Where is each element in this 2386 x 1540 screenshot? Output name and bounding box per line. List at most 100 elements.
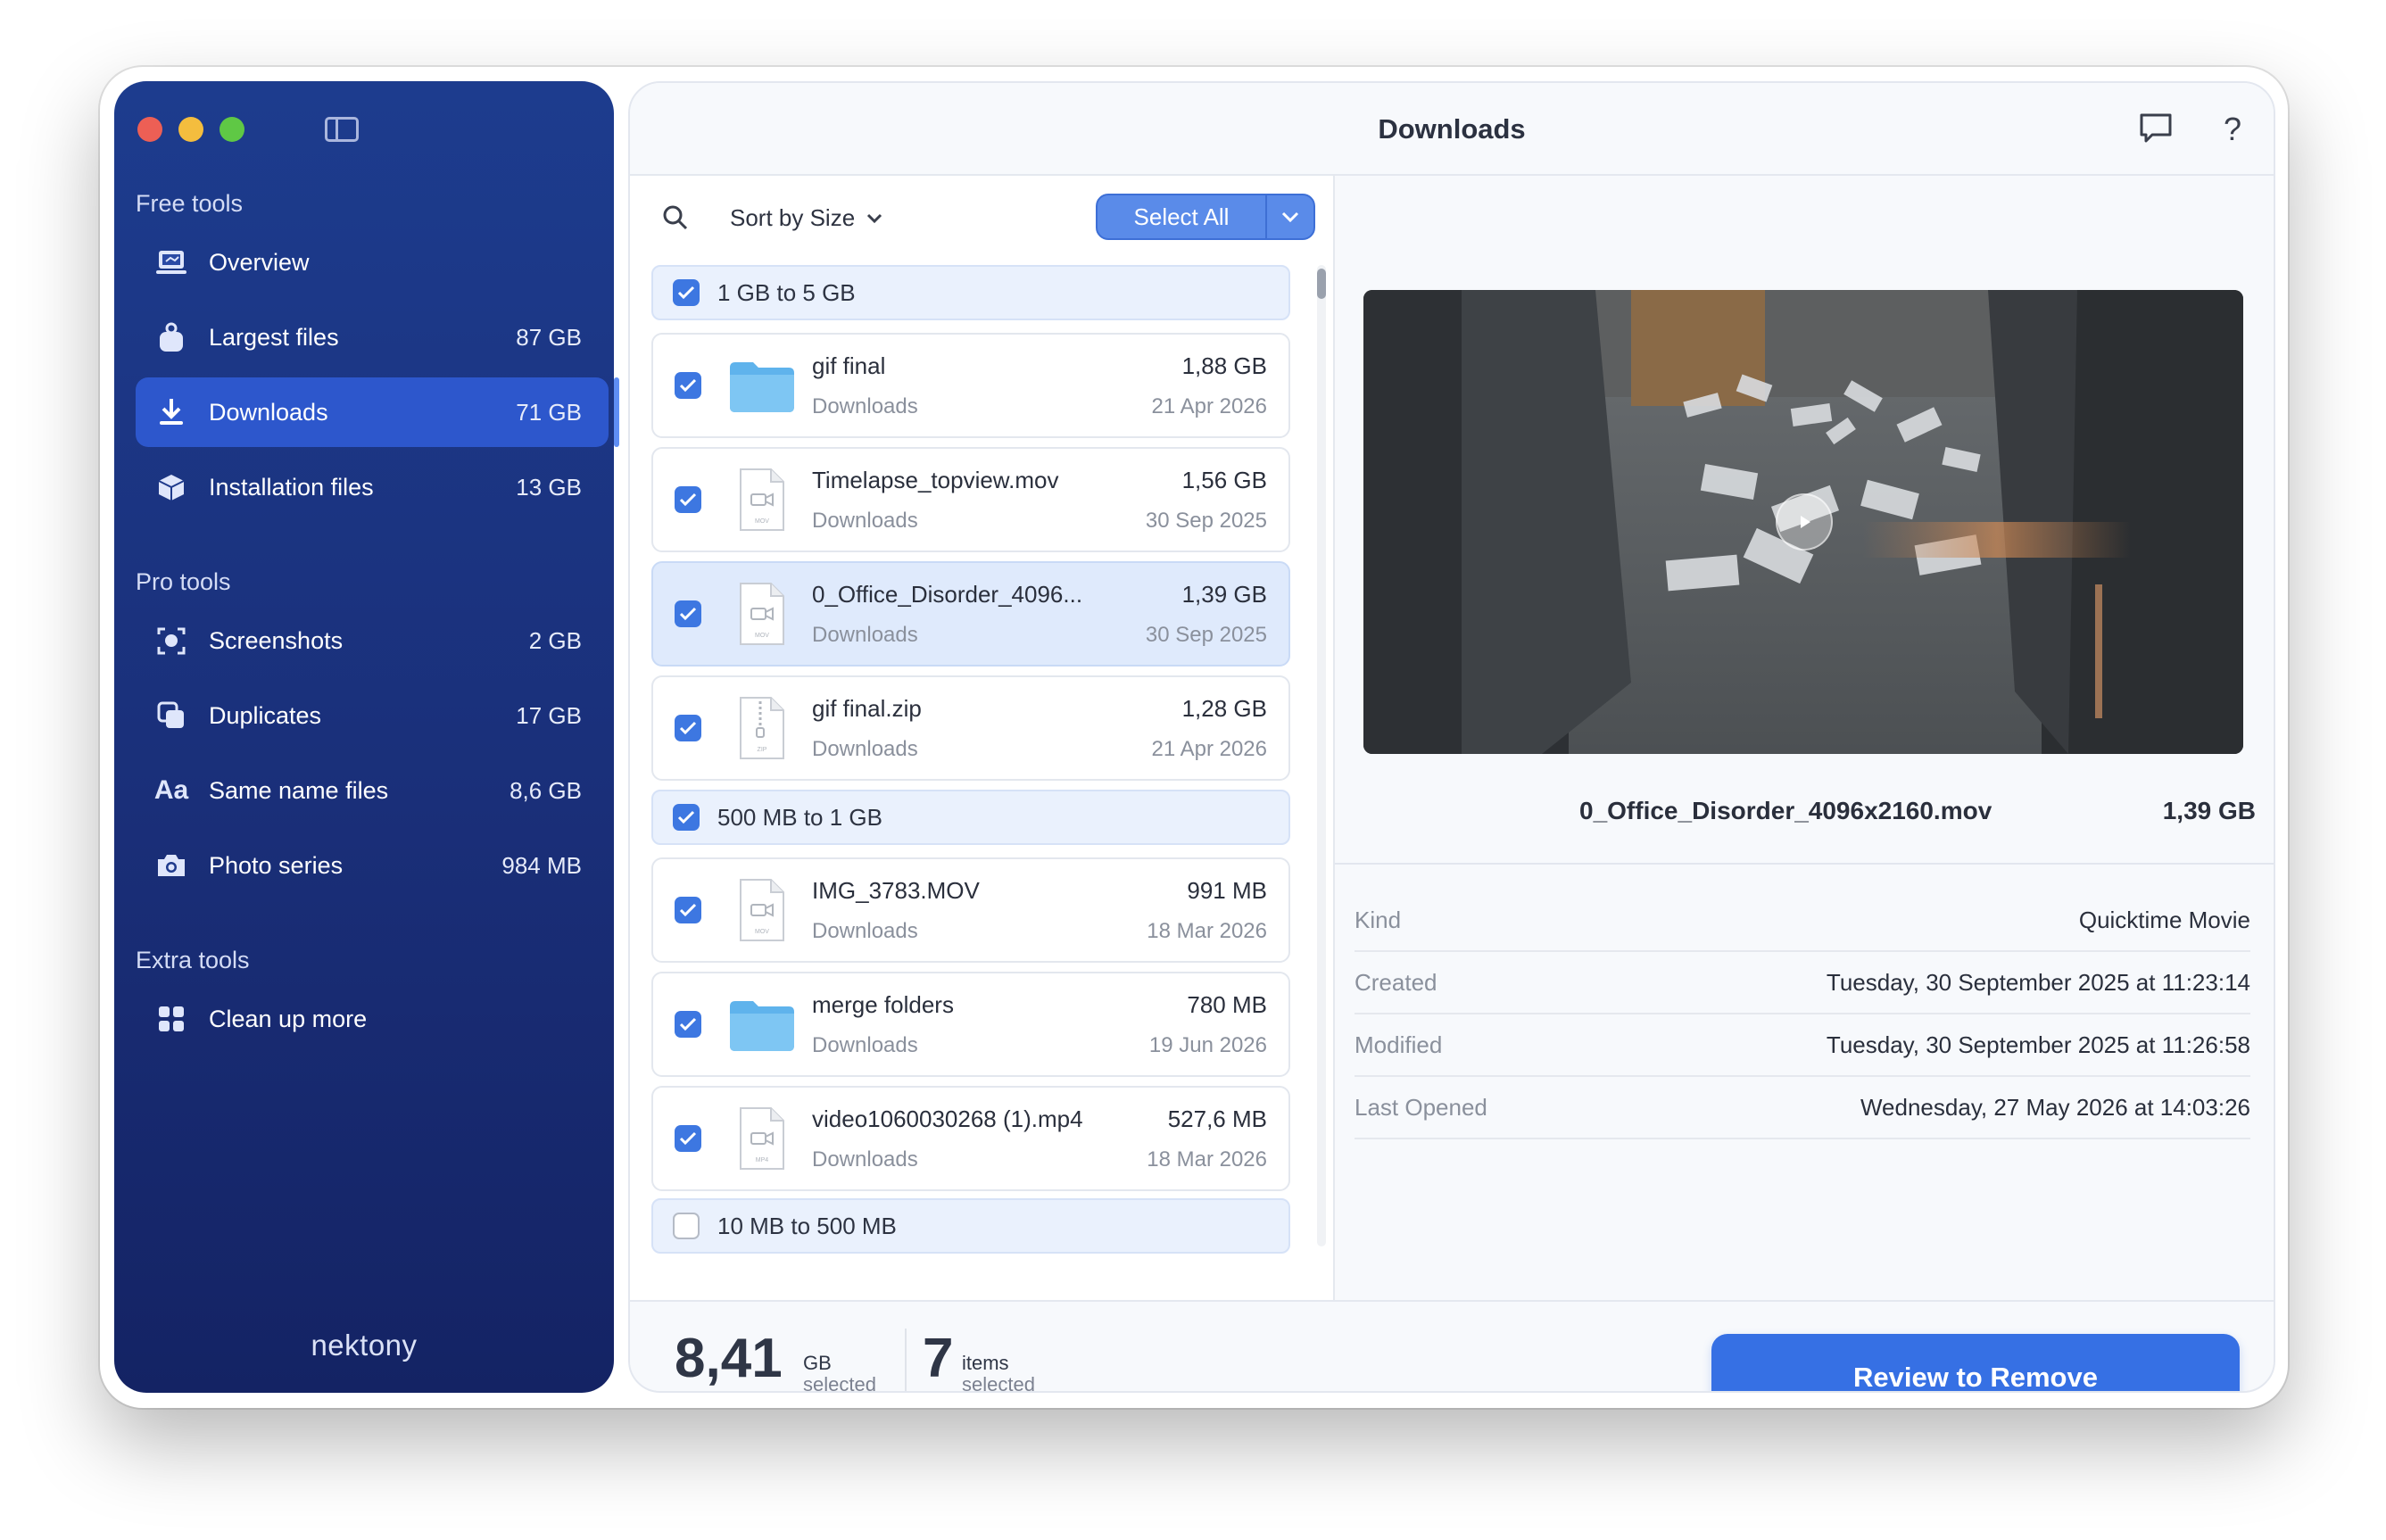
file-date: 21 Apr 2026: [1151, 736, 1267, 761]
sidebar-item-overview[interactable]: Overview: [136, 228, 609, 297]
screenshot-icon: [153, 623, 189, 658]
scrollbar-track[interactable]: [1317, 265, 1326, 1246]
play-icon[interactable]: [1776, 493, 1833, 551]
info-value: Tuesday, 30 September 2025 at 11:26:58: [1826, 1031, 2250, 1058]
file-name: gif final: [812, 352, 886, 379]
sidebar-item-clean-up-more[interactable]: Clean up more: [136, 984, 609, 1054]
review-to-remove-button[interactable]: Review to Remove: [1711, 1334, 2240, 1391]
file-date: 18 Mar 2026: [1147, 918, 1267, 943]
group-label: 1 GB to 5 GB: [717, 278, 856, 306]
duplicates-icon: [153, 698, 189, 733]
file-row[interactable]: ZIP gif final.zip Downloads 1,28 GB 21 Apr…: [651, 675, 1290, 781]
group-header[interactable]: 1 GB to 5 GB: [651, 265, 1290, 320]
file-date: 19 Jun 2026: [1148, 1032, 1267, 1057]
sidebar-item-same-name-files[interactable]: Aa Same name files 8,6 GB: [136, 756, 609, 825]
sort-dropdown[interactable]: Sort by Size: [730, 204, 883, 232]
divider: [905, 1329, 907, 1391]
file-location: Downloads: [812, 393, 918, 418]
file-checkbox[interactable]: [675, 372, 701, 399]
info-row-last-opened: Last Opened Wednesday, 27 May 2026 at 14…: [1355, 1077, 2250, 1139]
checkmark-icon: [679, 721, 697, 735]
sidebar-item-size: 8,6 GB: [510, 776, 582, 804]
sidebar-item-label: Largest files: [209, 323, 339, 351]
select-all-button[interactable]: Select All: [1096, 194, 1315, 240]
checkmark-icon: [677, 810, 695, 824]
info-key: Modified: [1355, 1031, 1443, 1058]
search-icon[interactable]: [662, 204, 691, 233]
summary-footer: 8,41 GB selected 7 items selected Review…: [630, 1300, 2274, 1391]
sidebar-item-label: Downloads: [209, 398, 328, 426]
package-icon: [153, 469, 189, 505]
file-name: Timelapse_topview.mov: [812, 466, 1059, 493]
file-row[interactable]: merge folders Downloads 780 MB 19 Jun 2026: [651, 972, 1290, 1077]
file-row[interactable]: gif final Downloads 1,88 GB 21 Apr 2026: [651, 333, 1290, 438]
file-size: 1,39 GB: [1181, 580, 1267, 608]
group-label: 500 MB to 1 GB: [717, 803, 882, 831]
sidebar-item-size: 87 GB: [516, 323, 582, 351]
folder-icon: [726, 989, 798, 1060]
minimize-window-button[interactable]: [178, 117, 203, 142]
section-title-free-tools: Free tools: [136, 190, 244, 217]
file-checkbox[interactable]: [675, 486, 701, 513]
camera-icon: [153, 848, 189, 883]
sidebar-item-largest-files[interactable]: Largest files 87 GB: [136, 302, 609, 372]
file-name: gif final.zip: [812, 694, 922, 722]
main-panel: Downloads ? Sort by Size Select All 1 GB…: [628, 81, 2275, 1393]
scrollbar-thumb[interactable]: [1317, 269, 1326, 299]
help-icon[interactable]: ?: [2213, 110, 2252, 149]
info-row-modified: Modified Tuesday, 30 September 2025 at 1…: [1355, 1014, 2250, 1077]
file-type-label: MOV: [755, 518, 769, 525]
info-row-kind: Kind Quicktime Movie: [1355, 890, 2250, 952]
select-all-label: Select All: [1133, 203, 1230, 230]
sidebar-item-screenshots[interactable]: Screenshots 2 GB: [136, 606, 609, 675]
sidebar: Free tools Overview Largest files 87 GB …: [114, 81, 619, 1393]
sidebar-item-photo-series[interactable]: Photo series 984 MB: [136, 831, 609, 900]
file-checkbox[interactable]: [675, 1125, 701, 1152]
file-size: 1,88 GB: [1181, 352, 1267, 379]
video-file-icon: MP4: [726, 1103, 798, 1174]
select-options-dropdown[interactable]: [1265, 195, 1313, 238]
file-row[interactable]: MOV IMG_3783.MOV Downloads 991 MB 18 Mar 2…: [651, 857, 1290, 963]
file-checkbox[interactable]: [675, 600, 701, 627]
file-checkbox[interactable]: [675, 715, 701, 741]
sidebar-item-installation-files[interactable]: Installation files 13 GB: [136, 452, 609, 522]
sidebar-item-size: 13 GB: [516, 473, 582, 501]
app-window: Free tools Overview Largest files 87 GB …: [100, 67, 2288, 1408]
feedback-icon[interactable]: [2138, 110, 2177, 149]
file-row-selected[interactable]: MOV 0_Office_Disorder_4096... Downloads 1…: [651, 561, 1290, 667]
video-preview[interactable]: [1363, 290, 2243, 754]
close-window-button[interactable]: [137, 117, 162, 142]
zoom-window-button[interactable]: [220, 117, 244, 142]
group-header[interactable]: 10 MB to 500 MB: [651, 1198, 1290, 1254]
file-checkbox[interactable]: [675, 1011, 701, 1038]
selected-count-unit: items: [962, 1352, 1009, 1374]
sidebar-toggle-icon[interactable]: [325, 117, 359, 142]
info-key: Kind: [1355, 906, 1402, 933]
group-header[interactable]: 500 MB to 1 GB: [651, 790, 1290, 845]
checkmark-icon: [679, 493, 697, 507]
sidebar-item-downloads[interactable]: Downloads 71 GB: [136, 377, 619, 447]
title-bar: Downloads ?: [630, 83, 2274, 176]
file-row[interactable]: MP4 video1060030268 (1).mp4 Downloads 527…: [651, 1086, 1290, 1191]
checkmark-icon: [679, 378, 697, 393]
file-name: IMG_3783.MOV: [812, 876, 980, 904]
sidebar-item-size: 17 GB: [516, 701, 582, 729]
file-row[interactable]: MOV Timelapse_topview.mov Downloads 1,56 …: [651, 447, 1290, 552]
section-title-pro-tools: Pro tools: [136, 568, 231, 595]
preview-filesize: 1,39 GB: [2162, 797, 2256, 824]
group-checkbox[interactable]: [673, 279, 700, 306]
group-checkbox[interactable]: [673, 1213, 700, 1239]
download-icon: [153, 394, 189, 430]
group-checkbox[interactable]: [673, 804, 700, 831]
file-type-label: MOV: [755, 929, 769, 935]
sidebar-item-duplicates[interactable]: Duplicates 17 GB: [136, 681, 609, 750]
file-location: Downloads: [812, 736, 918, 761]
brand-logo: nektony: [311, 1329, 418, 1362]
file-type-label: MOV: [755, 633, 769, 639]
file-checkbox[interactable]: [675, 897, 701, 923]
file-date: 18 Mar 2026: [1147, 1147, 1267, 1172]
grid-icon: [153, 1001, 189, 1037]
sidebar-item-label: Photo series: [209, 851, 344, 879]
checkmark-icon: [679, 1017, 697, 1031]
selected-count-value: 7: [923, 1328, 954, 1389]
